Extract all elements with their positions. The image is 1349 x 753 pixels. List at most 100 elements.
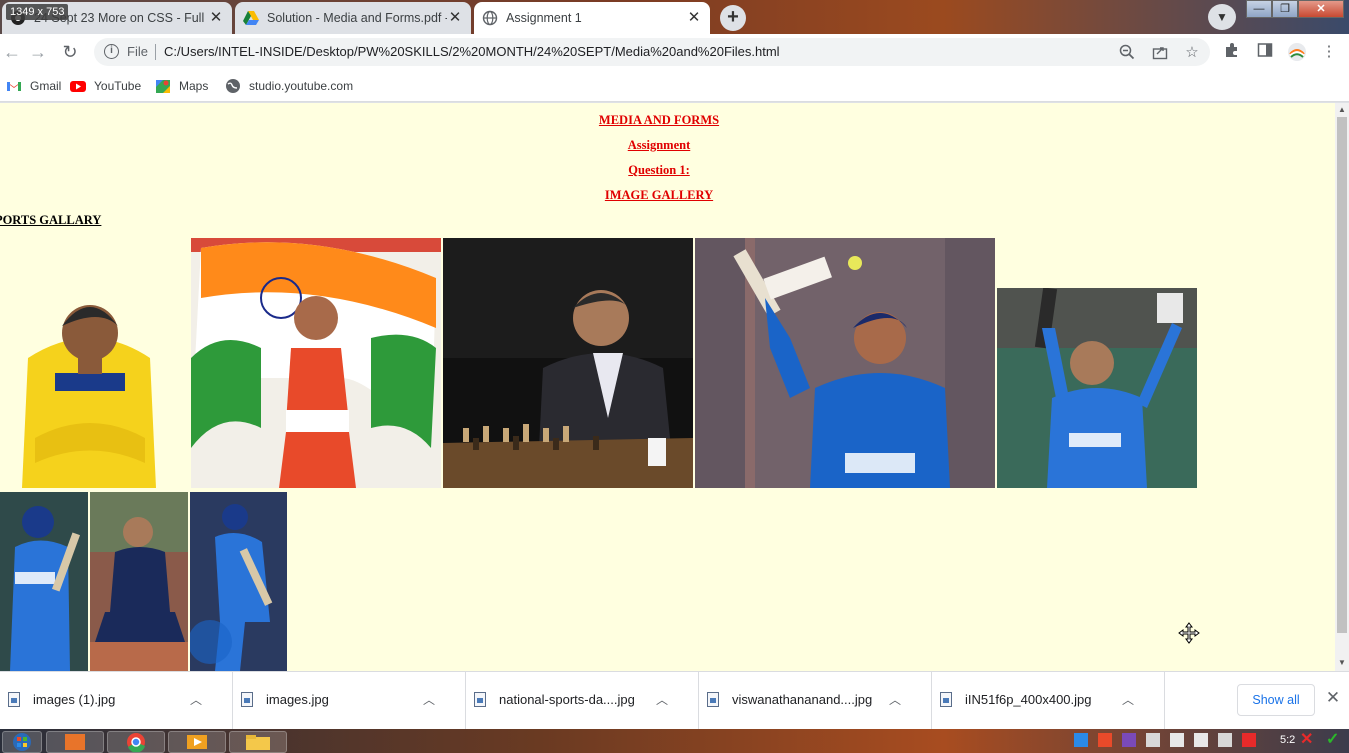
- tray-app-icon[interactable]: [1218, 733, 1232, 747]
- show-all-downloads-button[interactable]: Show all: [1237, 684, 1315, 716]
- download-item[interactable]: images (1).jpg ︿: [0, 672, 233, 730]
- tray-app-icon[interactable]: [1122, 733, 1136, 747]
- download-item[interactable]: images.jpg ︿: [233, 672, 466, 730]
- browser-window: 1349 x 753 24 Sept 23 More on CSS - Full…: [0, 0, 1349, 753]
- download-item[interactable]: viswanathananand....jpg ︿: [699, 672, 932, 730]
- download-filename: images.jpg: [266, 692, 329, 707]
- close-icon[interactable]: ✕: [1324, 689, 1342, 707]
- image-file-icon: [241, 692, 253, 707]
- tab-title: Assignment 1: [506, 11, 582, 25]
- chevron-up-icon[interactable]: ︿: [423, 691, 435, 708]
- download-filename: viswanathananand....jpg: [732, 692, 873, 707]
- gallery-image-8[interactable]: [190, 492, 287, 671]
- page-heading: MEDIA AND FORMS: [598, 113, 720, 127]
- scroll-down-arrow-icon[interactable]: ▼: [1337, 658, 1347, 668]
- volume-icon[interactable]: [1194, 733, 1208, 747]
- image-file-icon: [474, 692, 486, 707]
- reload-icon[interactable]: ↻: [58, 40, 82, 64]
- browser-toolbar: ← → ↻ i File C:/Users/INTEL-INSIDE/Deskt…: [0, 34, 1349, 70]
- new-tab-button[interactable]: +: [720, 5, 746, 31]
- tab-assignment-1[interactable]: Assignment 1 ✕: [474, 2, 710, 34]
- chevron-up-icon[interactable]: ︿: [1122, 691, 1134, 708]
- gallery-image-2[interactable]: [191, 238, 441, 488]
- scroll-up-arrow-icon[interactable]: ▲: [1337, 105, 1347, 115]
- tab-strip: 1349 x 753 24 Sept 23 More on CSS - Full…: [0, 0, 1349, 34]
- tray-app-icon[interactable]: [1146, 733, 1160, 747]
- youtube-icon: [70, 81, 86, 92]
- accept-check-icon[interactable]: ✓: [1326, 732, 1340, 748]
- move-cursor-icon: [1178, 622, 1200, 644]
- tray-app-icon[interactable]: [1098, 733, 1112, 747]
- zoom-icon[interactable]: [1118, 44, 1136, 62]
- globe-icon: [226, 79, 240, 93]
- taskbar-media-player-icon[interactable]: [168, 731, 226, 753]
- tray-app-icon[interactable]: [1242, 733, 1256, 747]
- bookmark-label: Gmail: [30, 79, 62, 93]
- bookmark-label: studio.youtube.com: [249, 79, 354, 93]
- download-filename: images (1).jpg: [33, 692, 116, 707]
- taskbar-file-explorer-icon[interactable]: [229, 731, 287, 753]
- vertical-scrollbar[interactable]: ▲ ▼: [1335, 103, 1349, 671]
- close-icon[interactable]: ✕: [208, 10, 224, 26]
- back-arrow-icon[interactable]: ←: [0, 40, 24, 64]
- download-filename: national-sports-da....jpg: [499, 692, 635, 707]
- start-button[interactable]: [2, 731, 42, 753]
- bookmark-studio-youtube[interactable]: studio.youtube.com: [225, 77, 353, 95]
- bookmarks-bar: Gmail YouTube Maps studio.youtube.com: [0, 70, 1349, 102]
- downloads-bar: images (1).jpg ︿ images.jpg ︿ national-s…: [0, 671, 1349, 730]
- chevron-up-icon[interactable]: ︿: [889, 691, 901, 708]
- gallery-image-4[interactable]: [695, 238, 995, 488]
- page-subheading-gallery: IMAGE GALLERY: [604, 188, 714, 202]
- scheme-label: File: [127, 44, 148, 59]
- chevron-up-icon[interactable]: ︿: [656, 691, 668, 708]
- menu-kebab-icon[interactable]: ⋮: [1319, 42, 1339, 62]
- restore-button[interactable]: ❐: [1272, 0, 1298, 18]
- globe-icon: [482, 10, 498, 26]
- section-title: SPORTS GALLARY: [0, 213, 102, 227]
- image-file-icon: [8, 692, 20, 707]
- taskbar-app-icon[interactable]: [46, 731, 104, 753]
- bookmark-youtube[interactable]: YouTube: [70, 77, 141, 95]
- gallery-image-7[interactable]: [90, 492, 188, 671]
- tab-title: Solution - Media and Forms.pdf -: [267, 11, 447, 25]
- download-item[interactable]: national-sports-da....jpg ︿: [466, 672, 699, 730]
- taskbar-chrome-icon[interactable]: [107, 731, 165, 753]
- minimize-button[interactable]: —: [1246, 0, 1272, 18]
- window-close-button[interactable]: ✕: [1298, 0, 1344, 18]
- bookmark-label: Maps: [179, 79, 209, 93]
- download-item[interactable]: iIN51f6p_400x400.jpg ︿: [932, 672, 1165, 730]
- chevron-up-icon[interactable]: ︿: [190, 691, 202, 708]
- page-subheading-assignment: Assignment: [627, 138, 691, 152]
- close-icon[interactable]: ✕: [447, 10, 463, 26]
- image-file-icon: [707, 692, 719, 707]
- bookmark-maps[interactable]: Maps: [155, 77, 208, 95]
- address-divider: [155, 44, 156, 60]
- bookmark-star-icon[interactable]: ☆: [1183, 44, 1201, 62]
- share-icon[interactable]: [1151, 44, 1169, 62]
- tray-app-icon[interactable]: [1074, 733, 1088, 747]
- network-icon[interactable]: [1170, 733, 1184, 747]
- forward-arrow-icon[interactable]: →: [26, 40, 50, 64]
- gallery-image-5[interactable]: [997, 288, 1197, 488]
- taskbar-clock[interactable]: 5:2: [1280, 734, 1295, 746]
- reject-x-icon[interactable]: ✕: [1300, 732, 1314, 748]
- scrollbar-thumb[interactable]: [1337, 117, 1347, 633]
- gallery-image-1[interactable]: [0, 238, 190, 488]
- extensions-puzzle-icon[interactable]: [1222, 42, 1242, 62]
- close-icon[interactable]: ✕: [686, 10, 702, 26]
- info-icon[interactable]: i: [104, 44, 119, 59]
- screenshot-size-badge: 1349 x 753: [6, 4, 69, 20]
- download-filename: iIN51f6p_400x400.jpg: [965, 692, 1092, 707]
- os-taskbar: 5:2 ✕ ✓: [0, 729, 1349, 753]
- profile-avatar-icon[interactable]: [1287, 42, 1307, 62]
- url-text[interactable]: C:/Users/INTEL-INSIDE/Desktop/PW%20SKILL…: [164, 44, 780, 59]
- gallery-image-6[interactable]: [0, 492, 88, 671]
- tab-search-chevron-icon[interactable]: ▼: [1208, 4, 1236, 30]
- side-panel-icon[interactable]: [1255, 42, 1275, 62]
- bookmark-gmail[interactable]: Gmail: [6, 77, 61, 95]
- tab-solution-pdf[interactable]: Solution - Media and Forms.pdf - ✕: [235, 2, 471, 34]
- page-subheading-question: Question 1:: [628, 163, 690, 177]
- address-bar[interactable]: i File C:/Users/INTEL-INSIDE/Desktop/PW%…: [94, 38, 1210, 66]
- gallery-image-3[interactable]: [443, 238, 693, 488]
- google-drive-icon: [243, 10, 259, 26]
